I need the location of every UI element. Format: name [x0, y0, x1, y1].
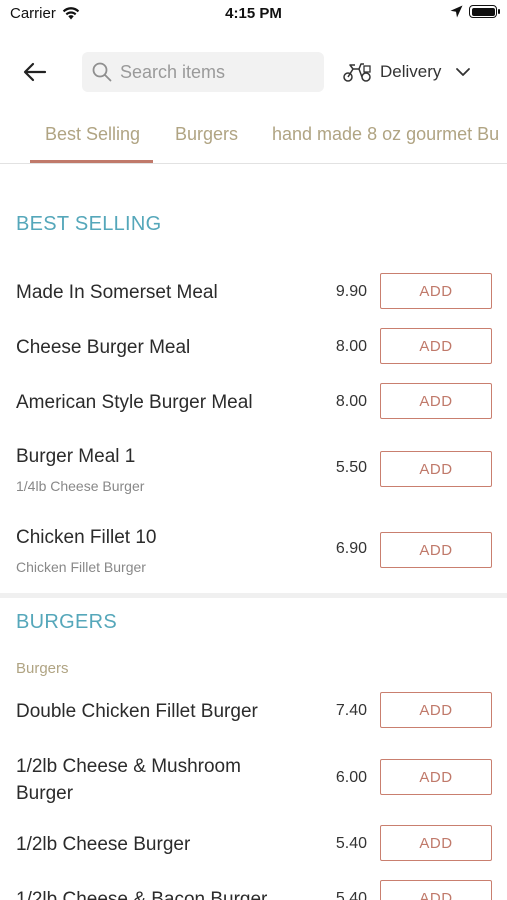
item-description: Chicken Fillet Burger	[16, 559, 146, 575]
item-price: 8.00	[335, 338, 367, 355]
item-name: Chicken Fillet 10	[16, 527, 157, 548]
add-button[interactable]: ADD	[380, 759, 492, 795]
item-name: 1/2lb Cheese & Bacon Burger	[16, 889, 268, 900]
search-icon	[92, 62, 112, 82]
item-name: Double Chicken Fillet Burger	[16, 701, 258, 722]
active-tab-indicator	[30, 160, 153, 163]
item-name: Made In Somerset Meal	[16, 282, 218, 303]
back-button[interactable]	[20, 58, 50, 86]
category-tabs: Best Selling Burgers hand made 8 oz gour…	[0, 112, 507, 164]
delivery-selector[interactable]: Delivery	[342, 56, 471, 88]
section-divider	[0, 593, 507, 598]
item-price: 7.40	[335, 702, 367, 719]
item-price: 9.90	[335, 283, 367, 300]
location-arrow-icon	[450, 5, 463, 18]
search-box[interactable]	[82, 52, 324, 92]
item-price: 5.40	[335, 835, 367, 852]
item-price: 8.00	[335, 393, 367, 410]
item-name: 1/2lb Cheese & Mushroom Burger	[16, 756, 241, 804]
section-title-burgers: BURGERS	[16, 611, 118, 633]
back-arrow-icon	[23, 62, 47, 82]
battery-icon	[469, 5, 500, 18]
item-name: American Style Burger Meal	[16, 392, 253, 413]
add-button[interactable]: ADD	[380, 692, 492, 728]
status-right	[450, 5, 500, 18]
tab-hand-made-gourmet[interactable]: hand made 8 oz gourmet Bu	[272, 124, 499, 145]
menu-list[interactable]: BEST SELLING Made In Somerset Meal 9.90 …	[0, 165, 507, 900]
tab-burgers[interactable]: Burgers	[175, 124, 238, 145]
section-title-best-selling: BEST SELLING	[16, 213, 162, 235]
delivery-label: Delivery	[380, 62, 442, 81]
add-button[interactable]: ADD	[380, 532, 492, 568]
add-button[interactable]: ADD	[380, 451, 492, 487]
item-name: Burger Meal 1	[16, 446, 136, 467]
search-input[interactable]	[120, 61, 310, 83]
tab-best-selling[interactable]: Best Selling	[45, 124, 140, 145]
status-time: 4:15 PM	[225, 5, 282, 22]
add-button[interactable]: ADD	[380, 880, 492, 900]
add-button[interactable]: ADD	[380, 383, 492, 419]
status-bar: Carrier 4:15 PM	[0, 0, 507, 28]
item-name: Cheese Burger Meal	[16, 337, 191, 358]
scooter-icon	[343, 63, 371, 82]
add-button[interactable]: ADD	[380, 273, 492, 309]
header: Delivery	[0, 50, 507, 94]
subsection-title: Burgers	[16, 660, 69, 677]
item-price: 5.50	[335, 459, 367, 476]
add-button[interactable]: ADD	[380, 328, 492, 364]
item-price: 6.00	[335, 769, 367, 786]
add-button[interactable]: ADD	[380, 825, 492, 861]
item-price: 5.40	[335, 890, 367, 900]
item-name: 1/2lb Cheese Burger	[16, 834, 191, 855]
item-description: 1/4lb Cheese Burger	[16, 478, 145, 494]
chevron-down-icon	[456, 68, 471, 76]
item-price: 6.90	[335, 540, 367, 557]
